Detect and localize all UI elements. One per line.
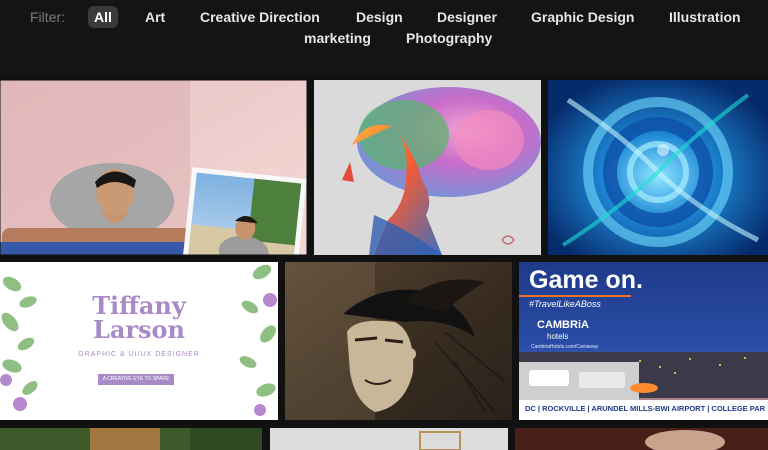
cambria-brand-sub: hotels [547, 332, 569, 341]
filter-chip-creative-direction[interactable]: Creative Direction [200, 9, 320, 25]
tiffany-subtitle: GRAPHIC & UI/UX DESIGNER [78, 351, 200, 358]
filter-chip-graphic-design[interactable]: Graphic Design [531, 9, 634, 25]
tiffany-cta-button: A CREATIVE EYE TO SPARE [98, 374, 174, 385]
blue-swirl-image [548, 80, 768, 255]
gallery-tile-row3-3[interactable] [515, 428, 768, 450]
gallery-tile-colorful-woman[interactable] [314, 80, 541, 255]
filter-chip-marketing[interactable]: marketing [304, 30, 371, 46]
filter-bar: Filter: All Art Creative Direction Desig… [0, 0, 768, 78]
filter-chip-design[interactable]: Design [356, 9, 403, 25]
cambria-hashtag: #TravelLikeABoss [529, 299, 601, 309]
gallery-tile-row3-2[interactable] [270, 428, 508, 450]
gallery-tile-sketch-man[interactable] [285, 262, 512, 420]
gallery-tile-portrait[interactable] [0, 80, 307, 255]
gallery-tile-cambria-ad[interactable]: Game on. #TravelLikeABoss CAMBRiA hotels… [519, 262, 768, 420]
filter-chip-all[interactable]: All [88, 6, 118, 28]
filter-chip-photography[interactable]: Photography [406, 30, 492, 46]
row3-image-3 [515, 428, 768, 450]
colorful-painting-image [314, 80, 541, 255]
row3-image-2 [270, 428, 508, 450]
cambria-url: CambriaHotels.com/Caniaway [531, 344, 599, 350]
sketch-man-image [285, 262, 512, 420]
cambria-footer: DC | ROCKVILLE | ARUNDEL MILLS-BWI AIRPO… [525, 404, 766, 413]
gallery-tile-row3-1[interactable] [0, 428, 262, 450]
tiffany-name-line2: Larson [92, 315, 186, 344]
cambria-brand: CAMBRiA [537, 319, 589, 331]
filter-chip-designer[interactable]: Designer [437, 9, 497, 25]
cambria-orange-rule [519, 295, 631, 297]
filter-label: Filter: [30, 9, 65, 25]
row3-image-1 [0, 428, 262, 450]
gallery-tile-blue-swirl[interactable] [548, 80, 768, 255]
filter-chip-illustration[interactable]: Illustration [669, 9, 741, 25]
portrait-image [0, 80, 307, 255]
cambria-headline: Game on. [529, 266, 643, 294]
filter-chip-art[interactable]: Art [145, 9, 165, 25]
gallery-tile-tiffany-larson[interactable]: Tiffany Larson GRAPHIC & UI/UX DESIGNER … [0, 262, 278, 420]
